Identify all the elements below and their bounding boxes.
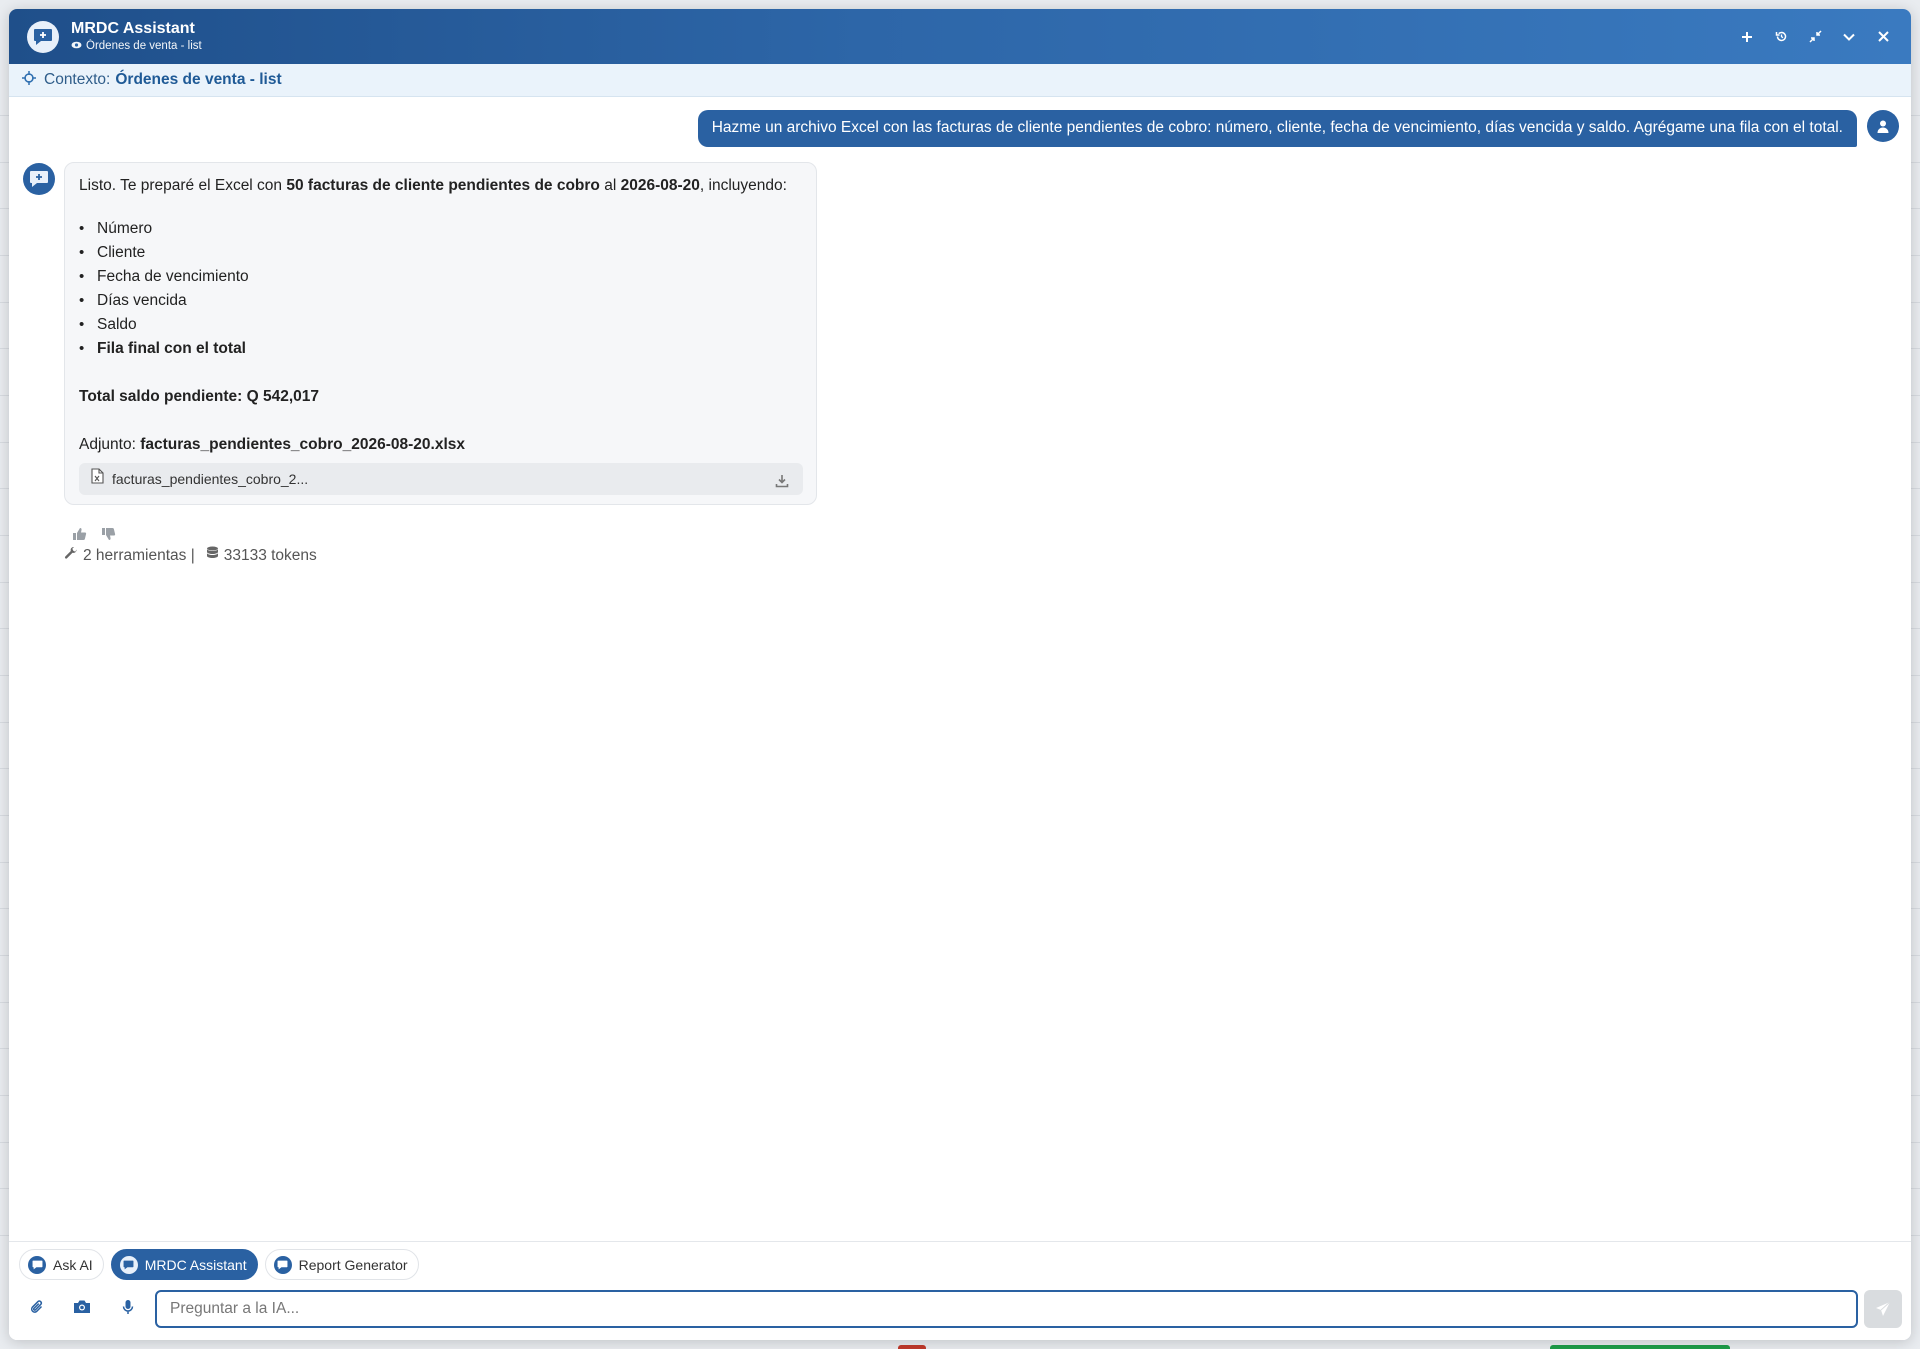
eye-icon — [71, 38, 82, 54]
chat-input[interactable] — [155, 1290, 1858, 1328]
attachment-text: Adjunto: facturas_pendientes_cobro_2026-… — [79, 436, 465, 453]
microphone-button[interactable] — [122, 1299, 134, 1315]
background-badge-red — [898, 1345, 926, 1349]
user-avatar-icon — [1867, 110, 1899, 142]
assistant-logo-icon — [27, 20, 59, 53]
history-icon — [1775, 31, 1786, 42]
plus-icon — [1742, 31, 1752, 42]
close-icon — [1877, 31, 1889, 42]
context-label: Contexto: — [44, 71, 111, 88]
attachment-chip[interactable]: facturas_pendientes_cobro_2... — [79, 463, 803, 495]
list-item: Fila final con el total — [79, 337, 803, 361]
window-subtitle: Órdenes de venta - list — [71, 38, 202, 54]
download-icon — [775, 475, 789, 488]
tab-report-generator[interactable]: Report Generator — [264, 1249, 419, 1280]
camera-icon — [74, 1300, 90, 1313]
paperclip-icon — [30, 1300, 43, 1313]
crosshair-icon — [22, 70, 36, 90]
thumbs-down-icon — [102, 528, 116, 540]
attach-button[interactable] — [30, 1299, 44, 1315]
microphone-icon — [122, 1300, 134, 1314]
chevron-down-icon — [1843, 33, 1855, 41]
download-button[interactable] — [775, 471, 789, 495]
assistant-avatar-icon — [23, 163, 55, 195]
thumbs-down-button[interactable] — [101, 527, 116, 541]
feedback-buttons — [72, 527, 116, 541]
database-icon — [206, 546, 219, 565]
assistant-message-bubble: Listo. Te preparé el Excel con 50 factur… — [64, 162, 817, 505]
subtitle-text: Órdenes de venta - list — [86, 39, 202, 52]
list-item: Cliente — [79, 241, 803, 265]
assistant-intro: Listo. Te preparé el Excel con 50 factur… — [79, 177, 787, 194]
history-button[interactable] — [1771, 27, 1791, 47]
send-icon — [1876, 1301, 1891, 1316]
agent-tabs: Ask AI MRDC Assistant Report Generator — [19, 1249, 419, 1280]
shrink-button[interactable] — [1805, 27, 1825, 47]
input-row — [9, 1289, 1911, 1329]
thumbs-up-icon — [73, 528, 87, 540]
chat-bubble-icon — [119, 1255, 138, 1274]
background-button-green — [1550, 1345, 1730, 1349]
send-button[interactable] — [1864, 1290, 1902, 1328]
tools-count: 2 herramientas | — [83, 546, 195, 564]
context-value: Órdenes de venta - list — [115, 71, 282, 88]
title-bar: MRDC Assistant Órdenes de venta - list — [9, 9, 1911, 64]
chat-bubble-icon — [273, 1255, 292, 1274]
chat-bubble-icon — [28, 1255, 46, 1274]
tab-mrdc-assistant[interactable]: MRDC Assistant — [110, 1249, 258, 1280]
column-list: Número Cliente Fecha de vencimiento Días… — [79, 217, 803, 361]
list-item: Saldo — [79, 313, 803, 337]
attachment-filename: facturas_pendientes_cobro_2... — [112, 471, 309, 487]
list-item: Número — [79, 217, 803, 241]
thumbs-up-button[interactable] — [72, 527, 87, 541]
user-message: Hazme un archivo Excel con las facturas … — [697, 110, 1899, 147]
assistant-panel: MRDC Assistant Órdenes de venta - list C… — [9, 9, 1911, 1340]
chat-area: Hazme un archivo Excel con las facturas … — [9, 97, 1911, 1241]
composer: Ask AI MRDC Assistant Report Generator — [9, 1241, 1911, 1340]
camera-button[interactable] — [73, 1299, 91, 1314]
token-count: 33133 tokens — [223, 546, 317, 564]
window-title: MRDC Assistant — [71, 19, 195, 37]
minimize-button[interactable] — [1839, 27, 1859, 47]
list-item: Días vencida — [79, 289, 803, 313]
list-item: Fecha de vencimiento — [79, 265, 803, 289]
context-bar: Contexto: Órdenes de venta - list — [9, 64, 1911, 97]
close-button[interactable] — [1873, 27, 1893, 47]
total-text: Total saldo pendiente: Q 542,017 — [79, 388, 320, 405]
compress-icon — [1808, 30, 1822, 43]
message-meta: 2 herramientas | 33133 tokens — [64, 546, 317, 565]
user-message-bubble: Hazme un archivo Excel con las facturas … — [697, 110, 1857, 147]
tab-ask-ai[interactable]: Ask AI — [19, 1249, 104, 1280]
excel-file-icon — [91, 467, 104, 491]
wrench-icon — [64, 546, 78, 565]
new-chat-button[interactable] — [1737, 27, 1757, 47]
